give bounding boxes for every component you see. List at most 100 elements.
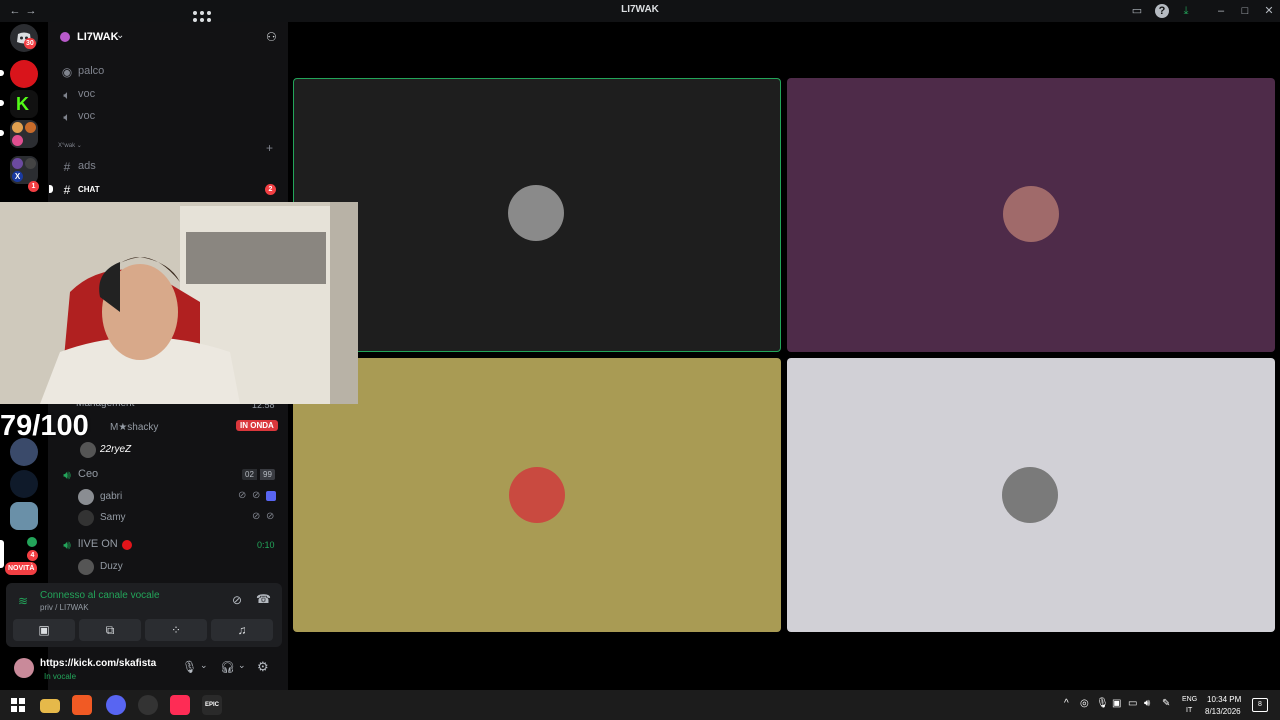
- avatar: [78, 510, 94, 526]
- channel-voc-1[interactable]: 🔈︎ voc: [56, 84, 280, 106]
- chevron-down-icon[interactable]: ⌄: [238, 660, 246, 671]
- server-badge: 1: [28, 181, 39, 192]
- channel-label: palco: [78, 65, 105, 77]
- display-tray-icon[interactable]: ▣: [1112, 698, 1121, 709]
- minimize-icon[interactable]: –: [1214, 4, 1228, 18]
- soundboard-button[interactable]: ♫: [211, 619, 273, 641]
- microphone-tray-icon[interactable]: 🎙︎: [1096, 698, 1109, 709]
- notifications-icon[interactable]: 8: [1252, 698, 1268, 712]
- create-channel-icon[interactable]: +: [266, 141, 273, 155]
- user-name: 22ryeZ: [100, 444, 132, 455]
- server-icon-kick[interactable]: K: [10, 90, 38, 118]
- chevron-down-icon[interactable]: ⌄: [200, 660, 208, 671]
- activities-button[interactable]: ⁘: [145, 619, 207, 641]
- channel-ads[interactable]: # ads: [56, 156, 280, 178]
- selected-pill: [0, 540, 4, 568]
- language-top[interactable]: ENG: [1182, 696, 1197, 703]
- title-bar: ← → LI7WAK ▭ ? ⤓ – □ ✕: [0, 0, 1280, 22]
- stage-icon: ◉: [61, 65, 73, 79]
- maximize-icon[interactable]: □: [1238, 4, 1252, 18]
- file-explorer-icon[interactable]: [40, 699, 60, 713]
- app-icon[interactable]: [138, 695, 158, 715]
- help-icon[interactable]: ?: [1155, 4, 1169, 18]
- inbox-icon[interactable]: ▭: [1130, 4, 1144, 18]
- headphones-icon[interactable]: 🎧︎: [220, 660, 235, 674]
- discord-taskbar-icon[interactable]: [106, 695, 126, 715]
- activities-icon: ⁘: [170, 623, 182, 637]
- server-icon-c[interactable]: [10, 502, 38, 530]
- network-icon[interactable]: ▭: [1128, 698, 1137, 709]
- channel-palco[interactable]: ◉ palco: [56, 61, 280, 83]
- notification-count: 8: [1258, 701, 1262, 708]
- epic-games-icon[interactable]: EPIC: [202, 695, 222, 715]
- server-badge-2: 4: [27, 550, 38, 561]
- server-header[interactable]: LI7WAK ⌄ ⚇: [48, 22, 288, 54]
- server-folder[interactable]: [10, 120, 38, 148]
- avatar: [78, 489, 94, 505]
- participant-tile[interactable]: [787, 358, 1275, 632]
- hash-icon: #: [63, 183, 71, 197]
- window-title: LI7WAK: [621, 4, 659, 15]
- add-member-icon[interactable]: ⚇: [266, 30, 277, 44]
- speaker-icon: 🔊︎: [63, 468, 71, 482]
- language-bottom[interactable]: IT: [1186, 707, 1192, 714]
- clock-date[interactable]: 8/13/2026: [1205, 707, 1241, 716]
- screen-share-button[interactable]: ⧉: [79, 619, 141, 641]
- windows-start-icon[interactable]: [8, 695, 28, 715]
- close-icon[interactable]: ✕: [1262, 4, 1276, 18]
- noise-suppression-icon[interactable]: ⊘: [232, 593, 242, 607]
- voice-channel-ceo[interactable]: 🔊︎ Ceo 02 99: [56, 464, 280, 486]
- unread-pill: [0, 70, 4, 76]
- avatar: [78, 559, 94, 575]
- tiktok-icon[interactable]: [170, 695, 190, 715]
- voice-user-duzy[interactable]: Duzy: [70, 557, 280, 577]
- clock-time[interactable]: 10:34 PM: [1207, 695, 1241, 704]
- participant-tile[interactable]: [293, 78, 781, 352]
- server-folder-2[interactable]: X: [10, 156, 38, 184]
- voice-location[interactable]: priv / LI7WAK: [40, 603, 89, 612]
- voice-user-samy[interactable]: Samy ⊘ ⊘: [70, 508, 280, 528]
- pen-icon[interactable]: ✎: [1162, 698, 1170, 709]
- server-name: LI7WAK: [77, 31, 119, 43]
- voice-user-gabri[interactable]: gabri ⊘ ⊘: [70, 487, 280, 507]
- camera-button[interactable]: ▣: [13, 619, 75, 641]
- voice-user-sub[interactable]: 22ryeZ: [70, 440, 280, 460]
- user-name: M★shacky: [110, 422, 159, 433]
- voice-connection-panel: ≋ Connesso al canale vocale priv / LI7WA…: [6, 583, 282, 647]
- category-header[interactable]: X°wak ⌄: [58, 142, 82, 149]
- avatar: [1003, 186, 1059, 242]
- webcam-feed-image: [0, 202, 358, 404]
- channel-label: Ceo: [78, 468, 99, 480]
- channel-label: ads: [78, 160, 96, 172]
- volume-icon[interactable]: 🔊︎: [1144, 698, 1150, 709]
- avatar: [1002, 467, 1058, 523]
- speaker-icon: 🔈︎: [63, 110, 71, 124]
- voice-active-dot: [27, 537, 37, 547]
- participant-tile[interactable]: [293, 358, 781, 632]
- participant-tile[interactable]: [787, 78, 1275, 352]
- avatar[interactable]: [14, 658, 34, 678]
- voice-status[interactable]: Connesso al canale vocale: [40, 590, 160, 601]
- channel-chat[interactable]: # CHAT 2: [49, 179, 280, 201]
- brave-browser-icon[interactable]: [72, 695, 92, 715]
- server-icon-red[interactable]: [10, 60, 38, 88]
- chevron-up-icon[interactable]: ^: [1064, 698, 1069, 709]
- mute-icon: ⊘: [238, 490, 247, 501]
- download-icon[interactable]: ⤓: [1179, 4, 1193, 18]
- user-count: 02: [242, 469, 257, 480]
- microphone-icon[interactable]: 🎙︎: [182, 660, 197, 674]
- live-dot-icon: [122, 540, 132, 550]
- channel-voc-2[interactable]: 🔈︎ voc: [56, 106, 280, 128]
- user-limit: 99: [260, 469, 275, 480]
- speaker-icon: 🔈︎: [63, 88, 71, 102]
- user-display-name[interactable]: https://kick.com/skafista: [40, 658, 156, 669]
- unread-pill: [0, 130, 4, 136]
- tray-icon[interactable]: ◎: [1080, 698, 1089, 709]
- voice-channel-live-on[interactable]: 🔊︎ lIVE ON 0:10: [56, 534, 280, 556]
- channel-timer: 0:10: [257, 540, 275, 550]
- channel-label: voc: [78, 110, 96, 122]
- disconnect-icon[interactable]: ☎︎: [256, 592, 271, 606]
- server-icon-b[interactable]: [10, 470, 38, 498]
- settings-gear-icon[interactable]: ⚙︎: [257, 659, 269, 675]
- novita-badge[interactable]: NOVITÀ: [5, 562, 38, 575]
